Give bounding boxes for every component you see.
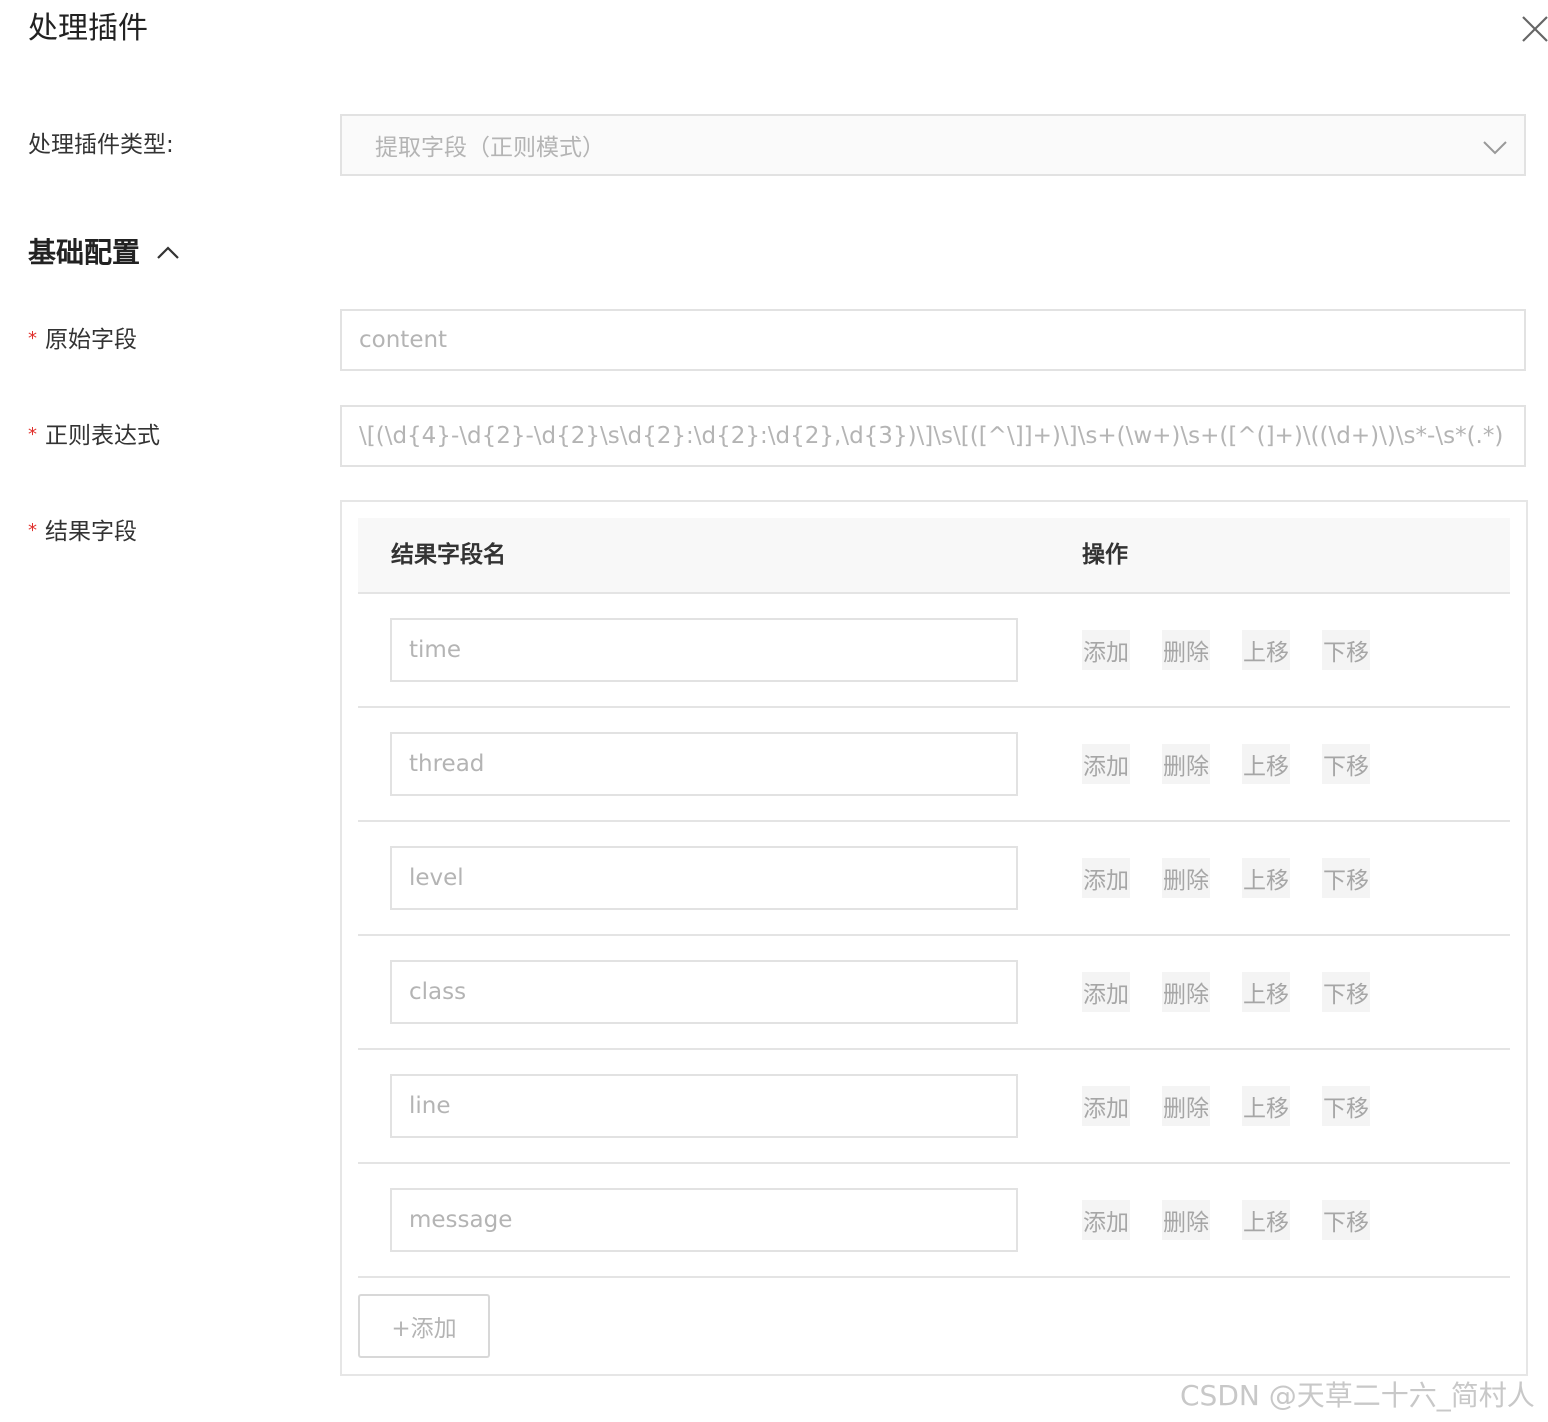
row-add-button[interactable]: 添加	[1082, 630, 1130, 670]
required-marker: *	[28, 424, 37, 445]
add-field-button[interactable]: +添加	[358, 1294, 490, 1358]
row-down-button[interactable]: 下移	[1322, 744, 1370, 784]
section-title: 基础配置	[28, 236, 141, 269]
required-marker: *	[28, 520, 37, 541]
row-up-button[interactable]: 上移	[1242, 1200, 1290, 1240]
column-header-actions: 操作	[1082, 542, 1128, 568]
source-field-label: * 原始字段	[28, 324, 137, 358]
result-field-input[interactable]: class	[390, 960, 1018, 1024]
result-field-input[interactable]: message	[390, 1188, 1018, 1252]
source-field-value: content	[359, 327, 448, 353]
chevron-down-icon	[1483, 141, 1507, 155]
table-row: line 添加 删除 上移 下移	[358, 1050, 1510, 1164]
dialog-title: 处理插件	[28, 11, 148, 46]
column-header-name: 结果字段名	[391, 542, 506, 568]
regex-label-text: 正则表达式	[45, 423, 160, 449]
result-field-input[interactable]: line	[390, 1074, 1018, 1138]
row-delete-button[interactable]: 删除	[1162, 1086, 1210, 1126]
row-down-button[interactable]: 下移	[1322, 1200, 1370, 1240]
plugin-type-label: 处理插件类型:	[28, 132, 174, 158]
row-up-button[interactable]: 上移	[1242, 858, 1290, 898]
source-field-label-text: 原始字段	[45, 327, 137, 353]
plugin-type-value: 提取字段（正则模式）	[375, 135, 605, 161]
row-add-button[interactable]: 添加	[1082, 1086, 1130, 1126]
row-add-button[interactable]: 添加	[1082, 1200, 1130, 1240]
row-delete-button[interactable]: 删除	[1162, 1200, 1210, 1240]
result-fields-label: * 结果字段	[28, 516, 137, 550]
row-delete-button[interactable]: 删除	[1162, 972, 1210, 1012]
table-row: level 添加 删除 上移 下移	[358, 822, 1510, 936]
table-row: class 添加 删除 上移 下移	[358, 936, 1510, 1050]
row-down-button[interactable]: 下移	[1322, 1086, 1370, 1126]
table-row: message 添加 删除 上移 下移	[358, 1164, 1510, 1278]
row-delete-button[interactable]: 删除	[1162, 630, 1210, 670]
row-down-button[interactable]: 下移	[1322, 972, 1370, 1012]
row-add-button[interactable]: 添加	[1082, 744, 1130, 784]
plugin-type-select[interactable]: 提取字段（正则模式）	[340, 114, 1526, 176]
result-field-input[interactable]: thread	[390, 732, 1018, 796]
result-field-input[interactable]: time	[390, 618, 1018, 682]
regex-input[interactable]: \[(\d{4}-\d{2}-\d{2}\s\d{2}:\d{2}:\d{2},…	[340, 405, 1526, 467]
row-delete-button[interactable]: 删除	[1162, 858, 1210, 898]
regex-label: * 正则表达式	[28, 420, 160, 454]
source-field-input[interactable]: content	[340, 309, 1526, 371]
result-field-input[interactable]: level	[390, 846, 1018, 910]
row-add-button[interactable]: 添加	[1082, 972, 1130, 1012]
row-down-button[interactable]: 下移	[1322, 630, 1370, 670]
row-add-button[interactable]: 添加	[1082, 858, 1130, 898]
row-up-button[interactable]: 上移	[1242, 972, 1290, 1012]
required-marker: *	[28, 328, 37, 349]
result-fields-label-text: 结果字段	[45, 519, 137, 545]
row-down-button[interactable]: 下移	[1322, 858, 1370, 898]
row-up-button[interactable]: 上移	[1242, 630, 1290, 670]
watermark: CSDN @天草二十六_简村人	[1180, 1379, 1535, 1412]
result-fields-table: 结果字段名 操作 time 添加 删除 上移 下移 thread 添加 删除 上移 下移 level…	[340, 500, 1528, 1376]
chevron-up-icon	[157, 246, 179, 259]
row-delete-button[interactable]: 删除	[1162, 744, 1210, 784]
table-row: time 添加 删除 上移 下移	[358, 594, 1510, 708]
close-icon[interactable]	[1518, 12, 1548, 46]
row-up-button[interactable]: 上移	[1242, 744, 1290, 784]
table-header: 结果字段名 操作	[358, 518, 1510, 594]
table-row: thread 添加 删除 上移 下移	[358, 708, 1510, 822]
basic-config-toggle[interactable]: 基础配置	[28, 234, 180, 272]
row-up-button[interactable]: 上移	[1242, 1086, 1290, 1126]
regex-value: \[(\d{4}-\d{2}-\d{2}\s\d{2}:\d{2}:\d{2},…	[359, 423, 1504, 449]
